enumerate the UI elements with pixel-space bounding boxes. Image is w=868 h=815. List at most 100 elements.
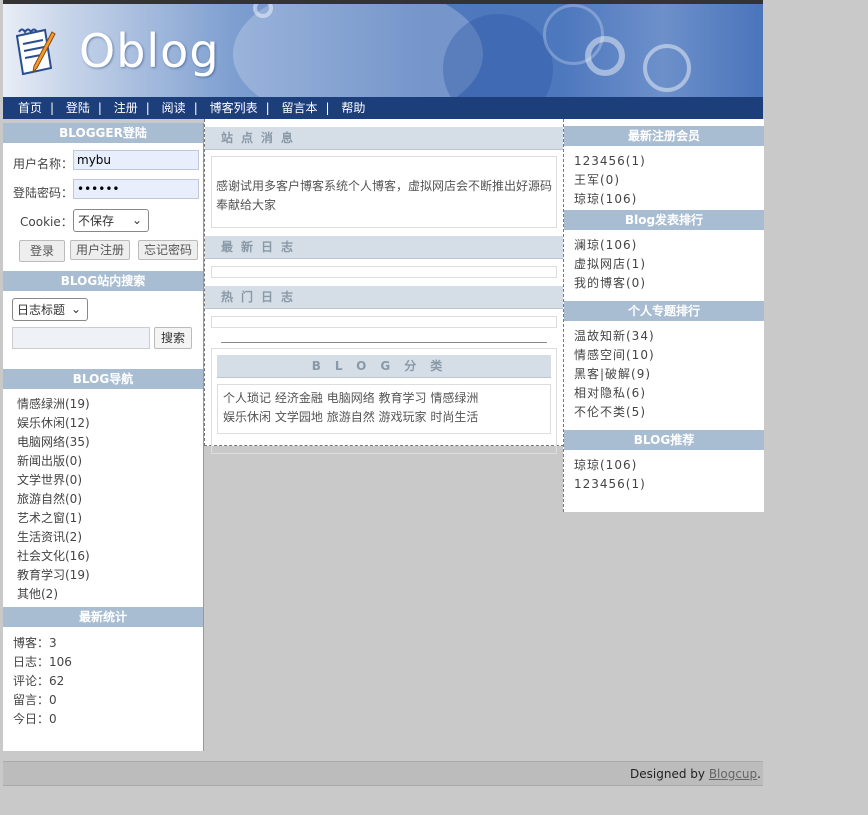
nav-login[interactable]: 登陆 — [66, 101, 90, 115]
site-news-header: 站点消息 — [205, 127, 563, 150]
category-link[interactable]: 旅游自然 — [327, 410, 375, 424]
category-link[interactable]: 时尚生活 — [430, 410, 478, 424]
stat-posts: 日志：106 — [13, 655, 72, 669]
category-link[interactable]: 文学园地 — [275, 410, 323, 424]
login-header: BLOGGER登陆 — [3, 123, 203, 143]
page: Oblog 首页 | 登陆 | 注册 | 阅读 | 博客列表 | 留言本 | 帮助 BLOG… — [3, 0, 764, 759]
category-panel: BLOG分类 个人琐记 经济金融 电脑网络 教育学习 情感绿洲 娱乐休闲 文学园… — [211, 348, 557, 454]
nav-home[interactable]: 首页 — [18, 101, 42, 115]
login-button[interactable]: 登录 — [19, 240, 65, 262]
blog-nav-item[interactable]: 教育学习(19) — [17, 566, 203, 585]
search-type-value: 日志标题 — [17, 303, 66, 317]
category-link[interactable]: 教育学习 — [379, 391, 427, 405]
password-input[interactable] — [73, 179, 199, 199]
stat-messages: 留言：0 — [13, 693, 57, 707]
nav-register[interactable]: 注册 — [114, 101, 138, 115]
rank-link[interactable]: 虚拟网店(1) — [574, 255, 764, 274]
category-list: 个人琐记 经济金融 电脑网络 教育学习 情感绿洲 娱乐休闲 文学园地 旅游自然 … — [217, 384, 551, 434]
topic-rank-header: 个人专题排行 — [564, 301, 764, 321]
center-column: 站点消息 感谢试用多客户博客系统个人博客，虚拟网店会不断推出好源码奉献给大家 最… — [204, 119, 564, 454]
topic-link[interactable]: 温故知新(34) — [574, 327, 764, 346]
blog-nav-item[interactable]: 电脑网络(35) — [17, 433, 203, 452]
stat-bloggers: 博客：3 — [13, 636, 57, 650]
member-link[interactable]: 王军(0) — [574, 171, 764, 190]
blog-nav-item[interactable]: 社会文化(16) — [17, 547, 203, 566]
hot-posts-box — [211, 316, 557, 328]
footer-dot: . — [757, 767, 761, 781]
cookie-select[interactable]: 不保存 ⌄ — [73, 209, 149, 232]
search-header: BLOG站内搜索 — [3, 271, 203, 291]
blog-nav-item[interactable]: 其他(2) — [17, 585, 203, 604]
topic-link[interactable]: 相对隐私(6) — [574, 384, 764, 403]
search-button[interactable]: 搜索 — [154, 327, 192, 349]
nav-read[interactable]: 阅读 — [162, 101, 186, 115]
stat-today: 今日：0 — [13, 712, 57, 726]
footer-link[interactable]: Blogcup — [709, 767, 757, 781]
nav-blog-list[interactable]: 博客列表 — [210, 101, 258, 115]
blog-nav-item[interactable]: 旅游自然(0) — [17, 490, 203, 509]
register-button[interactable]: 用户注册 — [70, 240, 130, 260]
blog-nav-item[interactable]: 生活资讯(2) — [17, 528, 203, 547]
topic-rank-list: 温故知新(34) 情感空间(10) 黑客|破解(9) 相对隐私(6) 不伦不类(… — [564, 321, 764, 430]
footer-text: Designed by — [630, 767, 709, 781]
login-form: 用户名称： 登陆密码： Cookie： 不保存 ⌄ 登录 用户注册 忘记密码 — [3, 143, 203, 264]
hot-posts-header: 热门日志 — [205, 286, 563, 309]
rank-link[interactable]: 我的博客(0) — [574, 274, 764, 293]
site-news-text: 感谢试用多客户博客系统个人博客，虚拟网店会不断推出好源码奉献给大家 — [211, 156, 557, 228]
nav-guestbook[interactable]: 留言本 — [281, 101, 317, 115]
divider — [221, 328, 547, 343]
stats-list: 博客：3 日志：106 评论：62 留言：0 今日：0 — [3, 627, 203, 729]
category-link[interactable]: 电脑网络 — [327, 391, 375, 405]
blog-nav-item[interactable]: 新闻出版(0) — [17, 452, 203, 471]
topic-link[interactable]: 情感空间(10) — [574, 346, 764, 365]
left-sidebar: BLOGGER登陆 用户名称： 登陆密码： Cookie： 不保存 ⌄ 登录 用户… — [3, 123, 204, 751]
category-link[interactable]: 情感绿洲 — [430, 391, 478, 405]
recommend-header: BLOG推荐 — [564, 430, 764, 450]
chevron-down-icon: ⌄ — [131, 213, 142, 227]
blog-nav-item[interactable]: 情感绿洲(19) — [17, 395, 203, 414]
chevron-down-icon: ⌄ — [70, 302, 81, 316]
password-label: 登陆密码： — [13, 186, 74, 200]
forgot-password-button[interactable]: 忘记密码 — [138, 240, 198, 260]
recommend-link[interactable]: 琼琼(106) — [574, 456, 764, 475]
notepad-pencil-icon — [15, 28, 56, 76]
blog-nav-list: 情感绿洲(19) 娱乐休闲(12) 电脑网络(35) 新闻出版(0) 文学世界(… — [3, 389, 203, 604]
blog-nav-header: BLOG导航 — [3, 369, 203, 389]
blog-nav-item[interactable]: 文学世界(0) — [17, 471, 203, 490]
new-members-list: 123456(1) 王军(0) 琼琼(106) — [564, 146, 764, 210]
username-label: 用户名称： — [13, 157, 74, 171]
category-header: BLOG分类 — [217, 355, 551, 378]
topic-link[interactable]: 黑客|破解(9) — [574, 365, 764, 384]
category-link[interactable]: 个人琐记 — [223, 391, 271, 405]
category-link[interactable]: 游戏玩家 — [379, 410, 427, 424]
category-link[interactable]: 经济金融 — [275, 391, 323, 405]
stat-comments: 评论：62 — [13, 674, 65, 688]
blog-nav-item[interactable]: 艺术之窗(1) — [17, 509, 203, 528]
banner: Oblog — [3, 4, 763, 97]
stats-header: 最新统计 — [3, 607, 203, 627]
post-rank-header: Blog发表排行 — [564, 210, 764, 230]
member-link[interactable]: 琼琼(106) — [574, 190, 764, 209]
cookie-select-value: 不保存 — [78, 214, 115, 228]
right-sidebar: 最新注册会员 123456(1) 王军(0) 琼琼(106) Blog发表排行 … — [563, 119, 764, 512]
cookie-label: Cookie： — [20, 215, 73, 229]
latest-posts-header: 最新日志 — [205, 236, 563, 259]
search-input[interactable] — [12, 327, 150, 349]
recommend-link[interactable]: 123456(1) — [574, 475, 764, 494]
post-rank-list: 澜琼(106) 虚拟网店(1) 我的博客(0) — [564, 230, 764, 301]
search-type-select[interactable]: 日志标题 ⌄ — [12, 298, 88, 321]
blog-nav-item[interactable]: 娱乐休闲(12) — [17, 414, 203, 433]
main-nav: 首页 | 登陆 | 注册 | 阅读 | 博客列表 | 留言本 | 帮助 — [3, 97, 763, 119]
logo-text: Oblog — [79, 24, 220, 78]
footer: Designed by Blogcup. — [3, 761, 763, 786]
rank-link[interactable]: 澜琼(106) — [574, 236, 764, 255]
main-content: BLOGGER登陆 用户名称： 登陆密码： Cookie： 不保存 ⌄ 登录 用户… — [3, 119, 764, 759]
recommend-list: 琼琼(106) 123456(1) — [564, 450, 764, 494]
topic-link[interactable]: 不伦不类(5) — [574, 403, 764, 422]
latest-posts-box — [211, 266, 557, 278]
category-link[interactable]: 娱乐休闲 — [223, 410, 271, 424]
new-members-header: 最新注册会员 — [564, 126, 764, 146]
member-link[interactable]: 123456(1) — [574, 152, 764, 171]
nav-help[interactable]: 帮助 — [341, 101, 365, 115]
username-input[interactable] — [73, 150, 199, 170]
